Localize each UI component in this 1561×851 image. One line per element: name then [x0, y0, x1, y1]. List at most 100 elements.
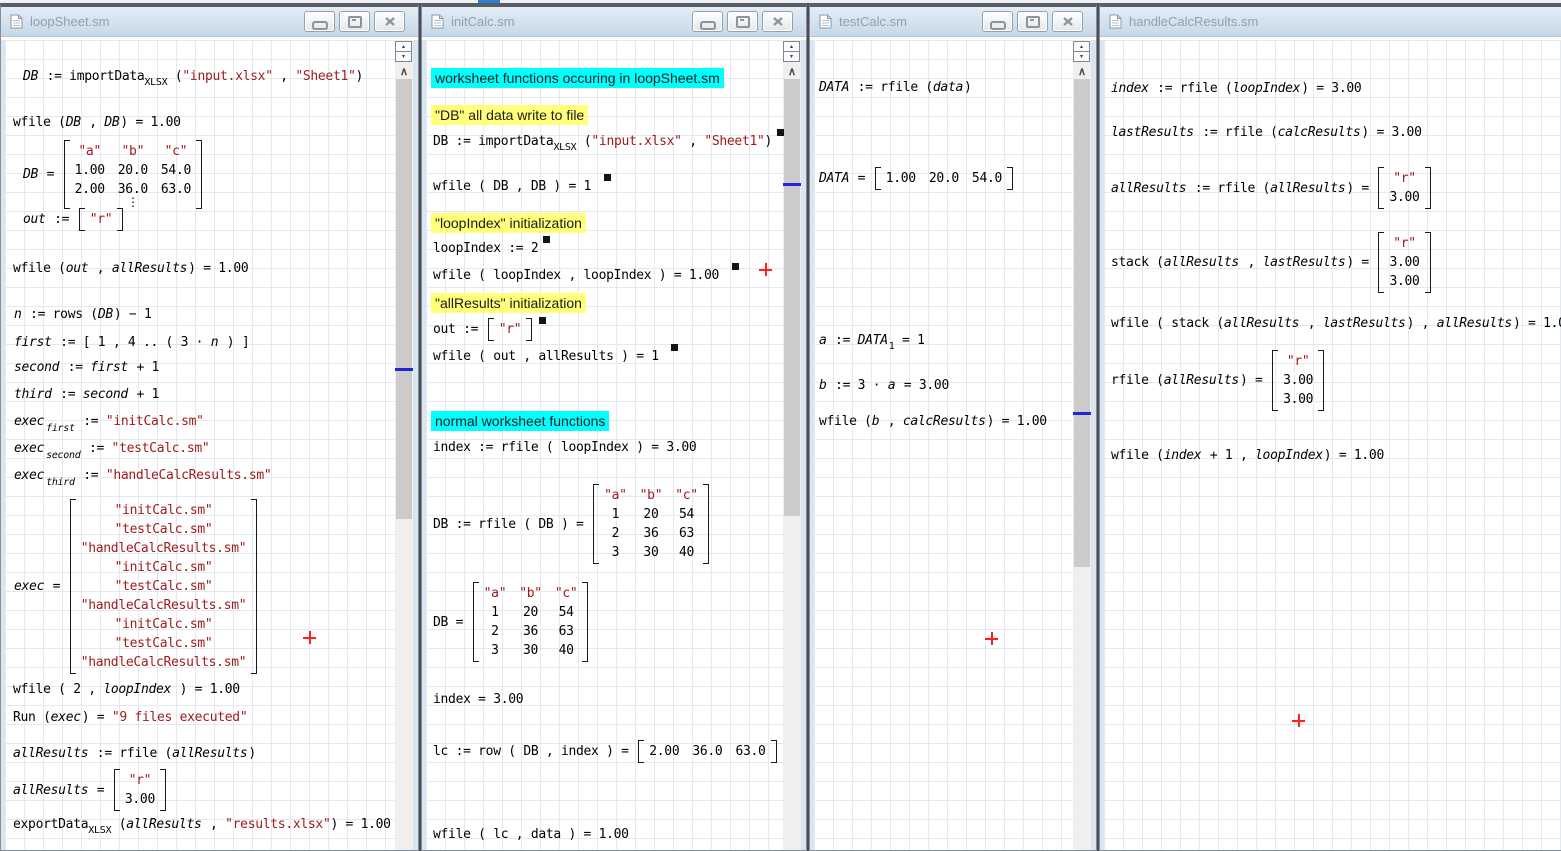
- matrix-cell: 54: [559, 604, 574, 621]
- string-literal: "9 files executed": [112, 709, 247, 726]
- math-region[interactable]: DB := importDataXLSX ("input.xlsx" , "Sh…: [433, 133, 784, 150]
- matrix-result: "r"3.00: [114, 769, 166, 811]
- math-region[interactable]: n := rows (DB) − 1: [14, 306, 152, 323]
- math-region[interactable]: stack (allResults , lastResults) = "r"3.…: [1111, 232, 1433, 293]
- math-region[interactable]: wfile (index + 1 , loopIndex) = 1.00: [1111, 447, 1384, 464]
- math-token: DB: [66, 114, 82, 131]
- math-region[interactable]: Run (exec) = "9 files executed": [13, 709, 247, 726]
- math-region[interactable]: wfile ( out , allResults ) = 1: [433, 348, 678, 365]
- math-region[interactable]: loopIndex := 2: [433, 240, 550, 257]
- close-button[interactable]: [762, 11, 793, 32]
- math-region[interactable]: execthird := "handleCalcResults.sm": [14, 467, 271, 484]
- string-literal: "Sheet1": [295, 68, 355, 85]
- minimize-icon: [990, 21, 1006, 30]
- math-region[interactable]: index := rfile ( loopIndex ) = 3.00: [433, 439, 696, 456]
- text-region[interactable]: worksheet functions occuring in loopShee…: [431, 68, 724, 88]
- math-region[interactable]: DATA := rfile (data): [819, 79, 972, 96]
- math-token: ,: [82, 114, 105, 131]
- math-token: ): [248, 745, 256, 762]
- math-token: =: [39, 166, 62, 183]
- maximize-button[interactable]: [1017, 11, 1048, 32]
- vertical-scrollbar[interactable]: ▴▾ ∧: [1073, 40, 1091, 850]
- math-region[interactable]: DATA = 1.0020.054.0: [819, 167, 1015, 190]
- text-region[interactable]: "DB" all data write to file: [431, 105, 588, 125]
- math-region[interactable]: wfile ( 2 , loopIndex ) = 1.00: [13, 681, 240, 698]
- math-region[interactable]: allResults := rfile (allResults) = "r"3.…: [1111, 167, 1433, 209]
- title-bar[interactable]: handleCalcResults.sm: [1100, 7, 1561, 37]
- math-region[interactable]: execfirst := "initCalc.sm": [14, 413, 204, 430]
- matrix-cell: 20: [523, 604, 538, 621]
- split-handle[interactable]: ▴▾: [783, 41, 800, 62]
- math-region[interactable]: DB = "a""b""c"1.0020.054.02.0036.063.0⋮: [23, 140, 204, 209]
- close-button[interactable]: [1052, 11, 1083, 32]
- math-token: stack (: [1111, 254, 1164, 271]
- split-handle[interactable]: ▴▾: [395, 41, 412, 62]
- math-token: ) ]: [219, 334, 249, 351]
- scroll-up-icon[interactable]: ∧: [395, 64, 413, 79]
- math-region[interactable]: wfile ( lc , data ) = 1.00: [433, 826, 629, 843]
- math-region[interactable]: a := DATA1 = 1: [819, 332, 925, 349]
- math-token: wfile ( out , allResults ) = 1: [433, 348, 666, 365]
- math-token: DB := importData: [433, 133, 553, 150]
- scroll-up-icon[interactable]: ∧: [783, 64, 801, 79]
- scrollbar-thumb[interactable]: [784, 79, 800, 516]
- matrix-cell: 3.00: [1389, 254, 1419, 271]
- scroll-up-icon[interactable]: ∧: [1073, 64, 1091, 79]
- math-token: ) = 1.00: [120, 114, 180, 131]
- math-token: := rfile (: [89, 745, 172, 762]
- matrix-cell: "a": [604, 487, 627, 504]
- math-region[interactable]: DB = "a""b""c"120542366333040: [433, 582, 590, 662]
- minimize-button[interactable]: [692, 11, 723, 32]
- text-region[interactable]: "loopIndex" initialization: [431, 213, 586, 233]
- math-region[interactable]: allResults = "r"3.00: [13, 769, 168, 811]
- minimize-button[interactable]: [982, 11, 1013, 32]
- matrix-cell: "initCalc.sm": [115, 502, 213, 519]
- math-region[interactable]: index = 3.00: [433, 691, 523, 708]
- math-region[interactable]: wfile ( loopIndex , loopIndex ) = 1.00: [433, 267, 739, 284]
- math-region[interactable]: second := first + 1: [14, 359, 159, 376]
- math-token: ,: [89, 260, 112, 277]
- math-region[interactable]: wfile (out , allResults) = 1.00: [13, 260, 248, 277]
- math-region[interactable]: rfile (allResults) = "r"3.003.00: [1111, 350, 1326, 411]
- matrix-cell: 3.00: [1389, 189, 1419, 206]
- math-region[interactable]: wfile (b , calcResults) = 1.00: [819, 413, 1047, 430]
- math-token: :=: [53, 386, 83, 403]
- math-region[interactable]: index := rfile (loopIndex) = 3.00: [1111, 80, 1361, 97]
- math-region[interactable]: exec = "initCalc.sm""testCalc.sm""handle…: [14, 499, 259, 674]
- math-token: ) = 3.00: [1301, 80, 1361, 97]
- close-button[interactable]: [374, 11, 405, 32]
- matrix-cell: "initCalc.sm": [115, 559, 213, 576]
- math-region[interactable]: lc := row ( DB , index ) = 2.0036.063.0: [433, 740, 779, 763]
- math-region[interactable]: allResults := rfile (allResults): [13, 745, 256, 762]
- title-bar[interactable]: initCalc.sm: [422, 7, 806, 37]
- math-region[interactable]: lastResults := rfile (calcResults) = 3.0…: [1111, 124, 1422, 141]
- title-bar[interactable]: loopSheet.sm: [1, 7, 418, 37]
- math-region[interactable]: out := "r": [23, 208, 125, 231]
- window-loopsheet-sm: loopSheet.sm ▴▾ ∧ DB := importDataXLSX ("in…: [0, 3, 419, 851]
- vertical-scrollbar[interactable]: ▴▾ ∧: [395, 40, 413, 850]
- minimize-button[interactable]: [304, 11, 335, 32]
- math-region[interactable]: wfile (DB , DB) = 1.00: [13, 114, 181, 131]
- math-token: second: [14, 359, 60, 376]
- vertical-scrollbar[interactable]: ▴▾ ∧: [783, 40, 801, 850]
- math-region[interactable]: out := "r": [433, 318, 546, 341]
- math-region[interactable]: DB := importDataXLSX ("input.xlsx" , "Sh…: [23, 68, 363, 85]
- title-bar[interactable]: testCalc.sm: [810, 7, 1096, 37]
- math-region[interactable]: DB := rfile ( DB ) = "a""b""c"1205423663…: [433, 484, 711, 564]
- scrollbar-thumb[interactable]: [1074, 79, 1090, 567]
- maximize-button[interactable]: [339, 11, 370, 32]
- text-region[interactable]: "allResults" initialization: [431, 293, 586, 313]
- math-region[interactable]: wfile ( DB , DB ) = 1: [433, 178, 611, 195]
- math-region[interactable]: wfile ( stack (allResults , lastResults)…: [1111, 315, 1561, 332]
- math-region[interactable]: execsecond := "testCalc.sm": [14, 440, 209, 457]
- scrollbar-thumb[interactable]: [396, 79, 412, 519]
- math-region[interactable]: exportDataXLSX (allResults , "results.xl…: [13, 816, 391, 833]
- split-handle[interactable]: ▴▾: [1073, 41, 1090, 62]
- text-region[interactable]: normal worksheet functions: [431, 411, 609, 431]
- math-region[interactable]: first := [ 1 , 4 .. ( 3 · n ) ]: [14, 334, 249, 351]
- math-region[interactable]: b := 3 · a = 3.00: [819, 377, 949, 394]
- split-down-icon: ▾: [1074, 52, 1089, 61]
- maximize-button[interactable]: [727, 11, 758, 32]
- math-region[interactable]: third := second + 1: [14, 386, 159, 403]
- math-token: + 1: [129, 359, 159, 376]
